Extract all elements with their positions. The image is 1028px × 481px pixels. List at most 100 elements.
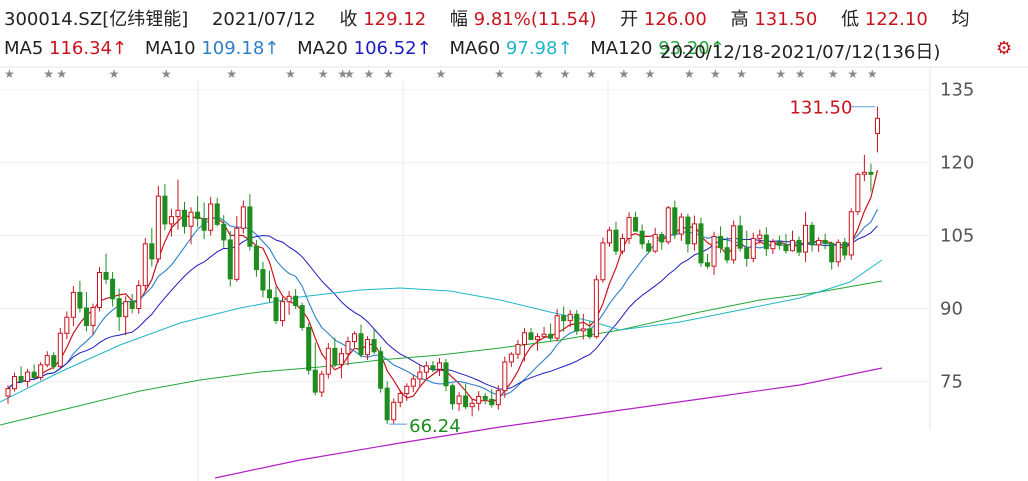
candle-body bbox=[325, 347, 331, 375]
candle-body bbox=[704, 262, 711, 267]
candle-body bbox=[51, 355, 57, 367]
candle-120 bbox=[789, 230, 796, 252]
event-star-4: ★ bbox=[161, 67, 172, 81]
candle-50 bbox=[332, 337, 338, 368]
candle-93 bbox=[613, 221, 619, 255]
event-star-1: ★ bbox=[43, 67, 54, 81]
event-star-23: ★ bbox=[795, 67, 806, 81]
ma60-line bbox=[0, 259, 883, 403]
event-star-25: ★ bbox=[847, 67, 858, 81]
candle-103 bbox=[678, 213, 684, 241]
candle-41 bbox=[273, 286, 279, 325]
candle-body bbox=[136, 285, 142, 309]
candle-102 bbox=[672, 200, 678, 239]
candle-body bbox=[12, 376, 18, 390]
candle-body bbox=[861, 171, 867, 175]
candle-62 bbox=[410, 375, 416, 393]
candle-114 bbox=[750, 232, 756, 263]
candle-8 bbox=[57, 327, 63, 369]
candle-35 bbox=[234, 216, 240, 282]
candle-22 bbox=[149, 227, 155, 267]
event-markers: ★ ★ ★ ★ ★ ★ ★ ★ ★★ ★ ★ ★ ★ ★ ★ ★ ★ ★ ★ ★ ★ ★ ★ ★ ★ ★ bbox=[4, 67, 878, 81]
candle-body bbox=[168, 216, 174, 225]
candle-104 bbox=[685, 213, 691, 253]
candle-body bbox=[789, 239, 796, 252]
candle-body bbox=[587, 328, 593, 338]
candle-body bbox=[391, 401, 397, 421]
candle-37 bbox=[247, 194, 253, 251]
candle-body bbox=[698, 223, 704, 264]
candle-body bbox=[142, 243, 148, 287]
candle-15 bbox=[103, 253, 109, 285]
candle-body bbox=[208, 203, 214, 231]
candle-body bbox=[816, 239, 822, 246]
candle-body bbox=[521, 332, 527, 345]
candle-133 bbox=[874, 106, 880, 153]
candles bbox=[5, 106, 880, 425]
candle-body bbox=[312, 369, 318, 393]
candle-body bbox=[528, 332, 534, 341]
candle-body bbox=[659, 234, 665, 243]
candle-body bbox=[678, 216, 684, 235]
candle-83 bbox=[548, 323, 554, 342]
candle-116 bbox=[763, 227, 769, 256]
candle-body bbox=[38, 364, 44, 379]
candle-59 bbox=[391, 398, 397, 424]
candle-body bbox=[397, 393, 403, 403]
candle-body bbox=[600, 242, 606, 281]
candle-body bbox=[770, 241, 776, 250]
candle-body bbox=[685, 216, 691, 245]
candle-body bbox=[365, 339, 371, 356]
candle-2 bbox=[18, 366, 24, 384]
candle-96 bbox=[633, 211, 639, 232]
candle-80 bbox=[528, 327, 534, 341]
candle-9 bbox=[64, 311, 70, 340]
candle-body bbox=[691, 223, 697, 245]
candle-body bbox=[155, 195, 161, 260]
candle-body bbox=[750, 237, 756, 259]
candle-34 bbox=[227, 231, 233, 287]
event-star-12: ★ bbox=[435, 67, 446, 81]
candle-body bbox=[724, 247, 730, 261]
candle-body bbox=[639, 230, 645, 245]
candle-45 bbox=[299, 302, 305, 331]
y-tick-label-0: 135 bbox=[940, 80, 974, 101]
candle-body bbox=[626, 217, 632, 239]
candle-body bbox=[469, 402, 475, 408]
candle-body bbox=[286, 295, 292, 303]
event-star-16: ★ bbox=[586, 67, 597, 81]
candle-body bbox=[744, 247, 750, 259]
candle-25 bbox=[168, 208, 174, 237]
candle-body bbox=[848, 211, 854, 256]
candle-4 bbox=[31, 364, 37, 379]
candle-48 bbox=[319, 370, 325, 397]
candle-body bbox=[90, 307, 96, 326]
candle-body bbox=[201, 218, 207, 231]
candle-16 bbox=[110, 272, 116, 307]
candle-40 bbox=[266, 270, 273, 303]
candle-91 bbox=[600, 237, 606, 283]
candle-13 bbox=[90, 303, 96, 335]
candle-body bbox=[378, 351, 384, 389]
candle-body bbox=[829, 242, 835, 263]
candle-body bbox=[580, 328, 586, 332]
candle-body bbox=[110, 278, 116, 300]
candle-body bbox=[64, 316, 70, 334]
y-tick-label-3: 90 bbox=[940, 298, 963, 319]
event-star-24: ★ bbox=[828, 67, 839, 81]
candle-70 bbox=[463, 383, 469, 410]
candle-body bbox=[822, 239, 828, 244]
candle-body bbox=[443, 362, 449, 387]
candle-127 bbox=[835, 239, 841, 267]
y-tick-label-1: 120 bbox=[940, 153, 974, 174]
y-tick-label-2: 105 bbox=[940, 226, 974, 247]
candle-body bbox=[221, 223, 227, 241]
candle-body bbox=[508, 353, 514, 363]
candle-body bbox=[613, 229, 619, 252]
candle-body bbox=[783, 244, 789, 252]
candle-body bbox=[181, 209, 188, 227]
candle-body bbox=[757, 234, 763, 239]
candle-101 bbox=[665, 205, 671, 245]
candle-body bbox=[247, 206, 253, 247]
event-star-9: ★ bbox=[344, 67, 355, 81]
